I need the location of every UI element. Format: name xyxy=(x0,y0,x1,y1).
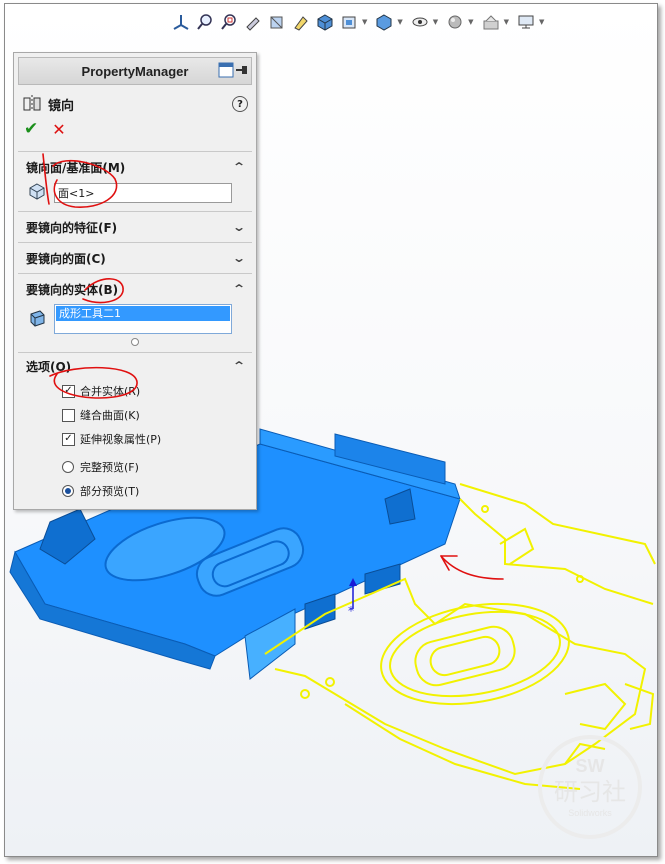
solid-body-icon xyxy=(28,309,46,330)
chevron-up-icon[interactable]: ⌃ xyxy=(232,282,246,296)
view-orientation-icon[interactable] xyxy=(170,11,192,33)
propagate-visual-option[interactable]: ✓ 延伸视象属性(P) xyxy=(18,427,252,451)
watermark-line-1: SW xyxy=(576,756,605,776)
list-item[interactable]: 成形工具二1 xyxy=(56,306,230,321)
resize-handle[interactable] xyxy=(131,338,139,346)
previous-view-icon[interactable] xyxy=(242,11,264,33)
command-row: 镜向 ? xyxy=(14,91,256,117)
display-style-icon[interactable] xyxy=(373,11,395,33)
view-toolbar: ▼ ▼ ▼ ▼ ▼ ▼ xyxy=(170,10,548,34)
section-title: 选项(O) xyxy=(26,359,72,374)
section-title: 镜向面/基准面(M) xyxy=(26,160,126,175)
pin-icon[interactable] xyxy=(235,62,249,81)
apply-scene-icon[interactable] xyxy=(480,11,502,33)
zoom-area-icon[interactable] xyxy=(218,11,240,33)
section-bodies: 要镜向的实体(B) ⌃ 成形工具二1 xyxy=(18,273,252,346)
graphics-area[interactable]: * ▼ ▼ ▼ ▼ ▼ ▼ PropertyManager 镜向 ? ✔ ✕ 镜… xyxy=(4,3,658,857)
command-title: 镜向 xyxy=(48,98,75,114)
section-options: 选项(O) ⌃ ✓ 合并实体(R) 缝合曲面(K) ✓ 延伸视象属性(P) 完整… xyxy=(18,352,252,503)
option-label: 延伸视象属性(P) xyxy=(80,433,162,446)
view-settings-icon[interactable] xyxy=(338,11,360,33)
propagate-visual-checkbox[interactable]: ✓ xyxy=(62,432,75,446)
chevron-up-icon[interactable]: ⌃ xyxy=(232,359,246,373)
section-title: 要镜向的特征(F) xyxy=(26,220,118,235)
svg-text:*: * xyxy=(348,604,354,618)
chevron-up-icon[interactable]: ⌃ xyxy=(232,160,246,174)
panel-header: PropertyManager xyxy=(18,57,252,85)
property-manager-panel: PropertyManager 镜向 ? ✔ ✕ 镜向面/基准面(M) ⌃ 面<… xyxy=(13,52,257,510)
merge-solids-checkbox[interactable]: ✓ xyxy=(62,384,75,398)
section-view-icon[interactable] xyxy=(266,11,288,33)
zoom-fit-icon[interactable] xyxy=(194,11,216,33)
watermark-line-2: 研习社 xyxy=(554,778,626,806)
section-header-mirror-face[interactable]: 镜向面/基准面(M) ⌃ xyxy=(18,152,252,182)
merge-solids-option[interactable]: ✓ 合并实体(R) xyxy=(18,379,252,403)
dynamic-annotation-icon[interactable] xyxy=(290,11,312,33)
chevron-down-icon[interactable]: ⌄ xyxy=(232,220,246,234)
panel-title: PropertyManager xyxy=(81,63,189,79)
mirror-icon xyxy=(22,94,42,115)
knit-surfaces-option[interactable]: 缝合曲面(K) xyxy=(18,403,252,427)
partial-preview-radio[interactable] xyxy=(62,485,74,497)
section-header-options[interactable]: 选项(O) ⌃ xyxy=(18,353,252,379)
chevron-down-icon[interactable]: ▼ xyxy=(468,18,473,26)
option-label: 部分预览(T) xyxy=(80,485,140,498)
chevron-down-icon[interactable]: ▼ xyxy=(362,18,367,26)
help-icon[interactable]: ? xyxy=(232,96,248,112)
chevron-down-icon[interactable]: ▼ xyxy=(504,18,509,26)
section-header-features[interactable]: 要镜向的特征(F) ⌄ xyxy=(18,212,252,242)
watermark-logo: SW 研习社 Solidworks xyxy=(538,735,642,839)
full-preview-option[interactable]: 完整预览(F) xyxy=(18,455,252,479)
face-icon xyxy=(28,182,46,203)
watermark-line-3: Solidworks xyxy=(568,808,612,818)
mirror-face-value: 面<1> xyxy=(58,186,95,200)
option-label: 完整预览(F) xyxy=(80,461,139,474)
ok-cancel-row: ✔ ✕ xyxy=(14,117,256,141)
edit-appearance-icon[interactable] xyxy=(444,11,466,33)
option-label: 缝合曲面(K) xyxy=(80,409,140,422)
cancel-button[interactable]: ✕ xyxy=(52,120,65,139)
knit-surfaces-checkbox[interactable] xyxy=(62,408,75,422)
chevron-down-icon[interactable]: ▼ xyxy=(433,18,438,26)
monitor-icon[interactable] xyxy=(515,11,537,33)
section-header-bodies[interactable]: 要镜向的实体(B) ⌃ xyxy=(18,274,252,304)
panel-layout-icon[interactable] xyxy=(218,62,234,81)
option-label: 合并实体(R) xyxy=(80,385,141,398)
section-features: 要镜向的特征(F) ⌄ xyxy=(18,211,252,242)
ok-button[interactable]: ✔ xyxy=(24,119,38,139)
hide-show-icon[interactable] xyxy=(409,11,431,33)
partial-preview-option[interactable]: 部分预览(T) xyxy=(18,479,252,503)
full-preview-radio[interactable] xyxy=(62,461,74,473)
chevron-down-icon[interactable]: ▼ xyxy=(539,18,544,26)
section-faces: 要镜向的面(C) ⌄ xyxy=(18,242,252,273)
section-mirror-face: 镜向面/基准面(M) ⌃ 面<1> xyxy=(18,151,252,211)
chevron-down-icon[interactable]: ▼ xyxy=(397,18,402,26)
chevron-down-icon[interactable]: ⌄ xyxy=(232,251,246,265)
section-header-faces[interactable]: 要镜向的面(C) ⌄ xyxy=(18,243,252,273)
section-title: 要镜向的实体(B) xyxy=(26,282,119,297)
section-title: 要镜向的面(C) xyxy=(26,251,106,266)
view-cube-icon[interactable] xyxy=(314,11,336,33)
mirror-face-field[interactable]: 面<1> xyxy=(54,182,232,203)
bodies-list[interactable]: 成形工具二1 xyxy=(54,304,232,334)
